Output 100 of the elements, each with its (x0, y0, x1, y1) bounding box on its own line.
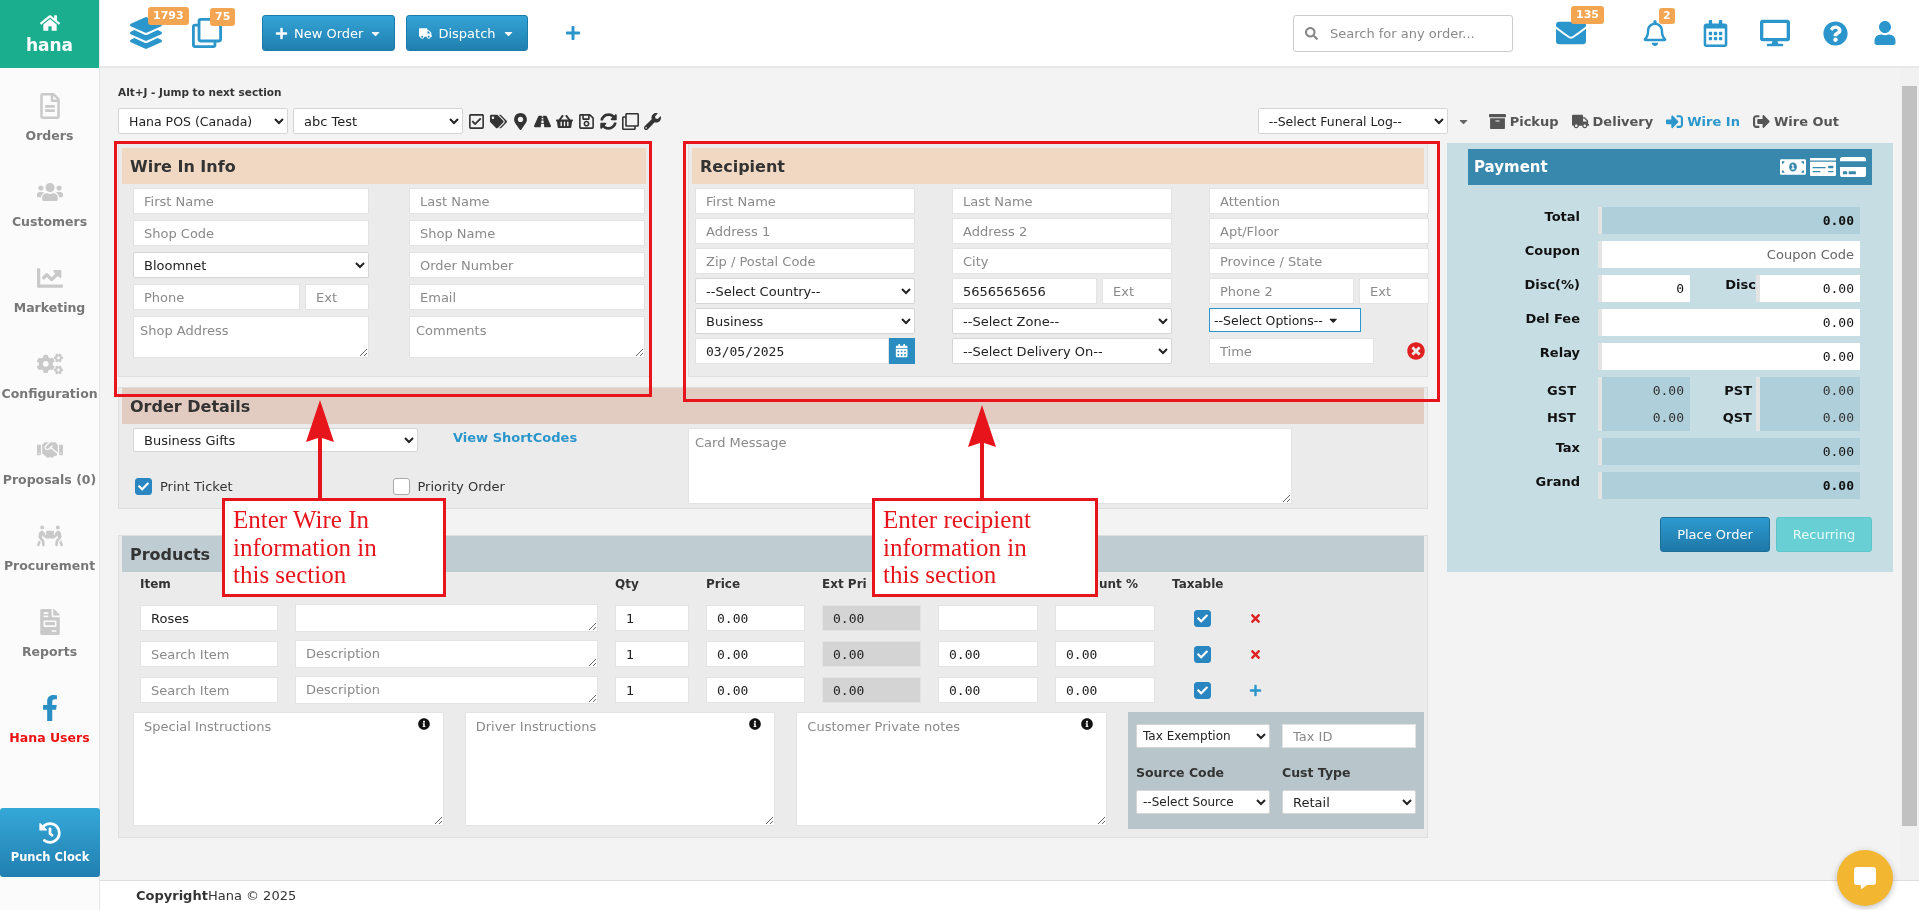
amount-field: 0.00 (1598, 438, 1860, 465)
column-header: Taxable (1172, 576, 1224, 593)
amount-field[interactable]: 0 (1598, 275, 1690, 302)
input-field[interactable]: Attention (1209, 188, 1429, 214)
occasion-dropdown[interactable]: Business Gifts (133, 428, 418, 452)
amount-field: 0.00 0.00 (1598, 377, 1690, 431)
callout-text: Enter Wire In information in this section (222, 498, 446, 597)
input-field[interactable]: Ext (1102, 278, 1172, 304)
discount-field[interactable]: 0.00 (938, 641, 1038, 667)
column-header: Item (140, 576, 171, 593)
item-field[interactable]: Roses (140, 605, 278, 631)
input-field[interactable]: City (952, 248, 1172, 274)
input-field[interactable]: Ext (1359, 278, 1429, 304)
column-header: Qty (615, 576, 639, 593)
input-field[interactable]: First Name (133, 188, 369, 214)
input-field[interactable]: Apt/Floor (1209, 218, 1429, 244)
input-field[interactable]: Province / State (1209, 248, 1429, 274)
dropdown[interactable]: Bloomnet (133, 252, 369, 278)
input-field[interactable]: Last Name (409, 188, 645, 214)
date-field[interactable]: 03/05/2025 (695, 338, 890, 364)
column-header: Ext Pri (822, 576, 867, 593)
amount-field: 0.00 (1598, 207, 1860, 234)
qty-field[interactable]: 1 (615, 605, 689, 631)
amount-field[interactable]: 0.00 (1756, 275, 1860, 302)
section-title: Recipient (692, 148, 1424, 184)
count-badge: 135 (1571, 6, 1604, 24)
dropdown[interactable]: --Select Zone-- (952, 308, 1172, 334)
qty-field[interactable]: 1 (615, 641, 689, 667)
amount-field[interactable]: 0.00 (1598, 343, 1860, 370)
notes-field[interactable]: Driver Instructions (464, 712, 776, 826)
dropdown[interactable]: Business (695, 308, 915, 334)
amount-field: 0.00 (1598, 472, 1860, 499)
qty-field[interactable]: 1 (615, 677, 689, 703)
input-field[interactable]: Zip / Postal Code (695, 248, 915, 274)
nav-link[interactable]: Procurement (1, 556, 98, 576)
ext-price-field[interactable]: 0.00 (822, 677, 921, 703)
new-order-button[interactable]: New Order (262, 15, 396, 51)
nav-link[interactable]: Hana Users (1, 728, 98, 748)
nav-link[interactable]: Proposals (0) (1, 470, 98, 490)
source-code-dropdown[interactable]: --Select Source (1136, 790, 1270, 815)
ext-price-field[interactable]: 0.00 (822, 641, 921, 667)
notes-field[interactable]: Customer Private notes (796, 712, 1107, 826)
section-title: Payment (1474, 158, 1548, 176)
count-badge: 2 (1659, 8, 1675, 24)
item-field[interactable]: Search Item (140, 641, 278, 667)
order-type-link[interactable]: Pickup (1488, 112, 1559, 130)
card-message-field[interactable]: Card Message (688, 428, 1292, 504)
nav-link[interactable]: Customers (1, 212, 98, 232)
input-field[interactable]: Last Name (952, 188, 1172, 214)
input-field[interactable]: Phone 2 (1209, 278, 1354, 304)
ext-price-field[interactable]: 0.00 (822, 605, 921, 631)
input-field[interactable]: Phone (133, 284, 300, 310)
discount-field[interactable]: 0.00 (938, 677, 1038, 703)
dropdown[interactable]: --Select Delivery On-- (952, 338, 1172, 364)
search-field[interactable]: Search for any order... (1293, 14, 1513, 52)
tax-exemption-dropdown[interactable]: Tax Exemption (1136, 724, 1270, 748)
nav-link[interactable]: Reports (1, 642, 98, 662)
field-label: Coupon (1523, 242, 1580, 260)
punch-clock-button[interactable]: Punch Clock (0, 808, 100, 877)
amount-field[interactable]: 0.00 (1598, 309, 1860, 336)
nav-link[interactable]: Orders (1, 126, 98, 146)
discount-percent-field[interactable]: 0.00 (1055, 641, 1155, 667)
input-field[interactable]: Address 1 (695, 218, 915, 244)
input-field[interactable]: Ext (305, 284, 369, 310)
place-order-button[interactable]: Place Order (1660, 517, 1770, 552)
field-label: Del Fee (1524, 310, 1580, 328)
nav-link[interactable]: Configuration (1, 384, 98, 404)
input-field[interactable]: Shop Code (133, 220, 369, 246)
item-field[interactable]: Search Item (140, 677, 278, 703)
notes-field[interactable]: Special Instructions (133, 712, 444, 826)
coupon-field[interactable]: Coupon Code (1598, 241, 1860, 268)
price-field[interactable]: 0.00 (706, 641, 805, 667)
text-area[interactable]: Comments (409, 316, 645, 358)
price-field[interactable]: 0.00 (706, 605, 805, 631)
description-field[interactable]: Description (295, 640, 598, 668)
discount-percent-field[interactable]: 0.00 (1055, 677, 1155, 703)
time-field[interactable]: Time (1209, 338, 1374, 364)
order-type-link[interactable]: Delivery (1571, 112, 1654, 130)
amount-field: 0.00 0.00 (1756, 377, 1860, 431)
customer-type-dropdown[interactable]: Retail (1282, 790, 1416, 815)
input-field[interactable]: Shop Name (409, 220, 645, 246)
options-dropdown[interactable]: --Select Options-- (1209, 308, 1361, 332)
input-field[interactable]: First Name (695, 188, 915, 214)
text-area[interactable]: Shop Address (133, 316, 369, 358)
store-dropdown[interactable]: Hana POS (Canada) (118, 108, 288, 134)
field-label: Disc (1724, 276, 1756, 294)
input-field[interactable]: Email (409, 284, 645, 310)
dispatch-button[interactable]: Dispatch (406, 15, 528, 51)
nav-link[interactable]: Marketing (1, 298, 98, 318)
input-field[interactable]: 5656565656 (952, 278, 1097, 304)
tax-id-field[interactable]: Tax ID (1282, 724, 1416, 748)
dropdown[interactable]: --Select Country-- (695, 278, 915, 304)
input-field[interactable]: Address 2 (952, 218, 1172, 244)
user-dropdown[interactable]: abc Test (293, 108, 463, 134)
order-type-link[interactable]: Wire Out (1752, 112, 1839, 130)
field-label: Relay (1538, 344, 1580, 362)
price-field[interactable]: 0.00 (706, 677, 805, 703)
input-field[interactable]: Order Number (409, 252, 645, 278)
funeral-log-dropdown[interactable]: --Select Funeral Log-- (1257, 108, 1448, 134)
description-field[interactable]: Description (295, 676, 598, 704)
